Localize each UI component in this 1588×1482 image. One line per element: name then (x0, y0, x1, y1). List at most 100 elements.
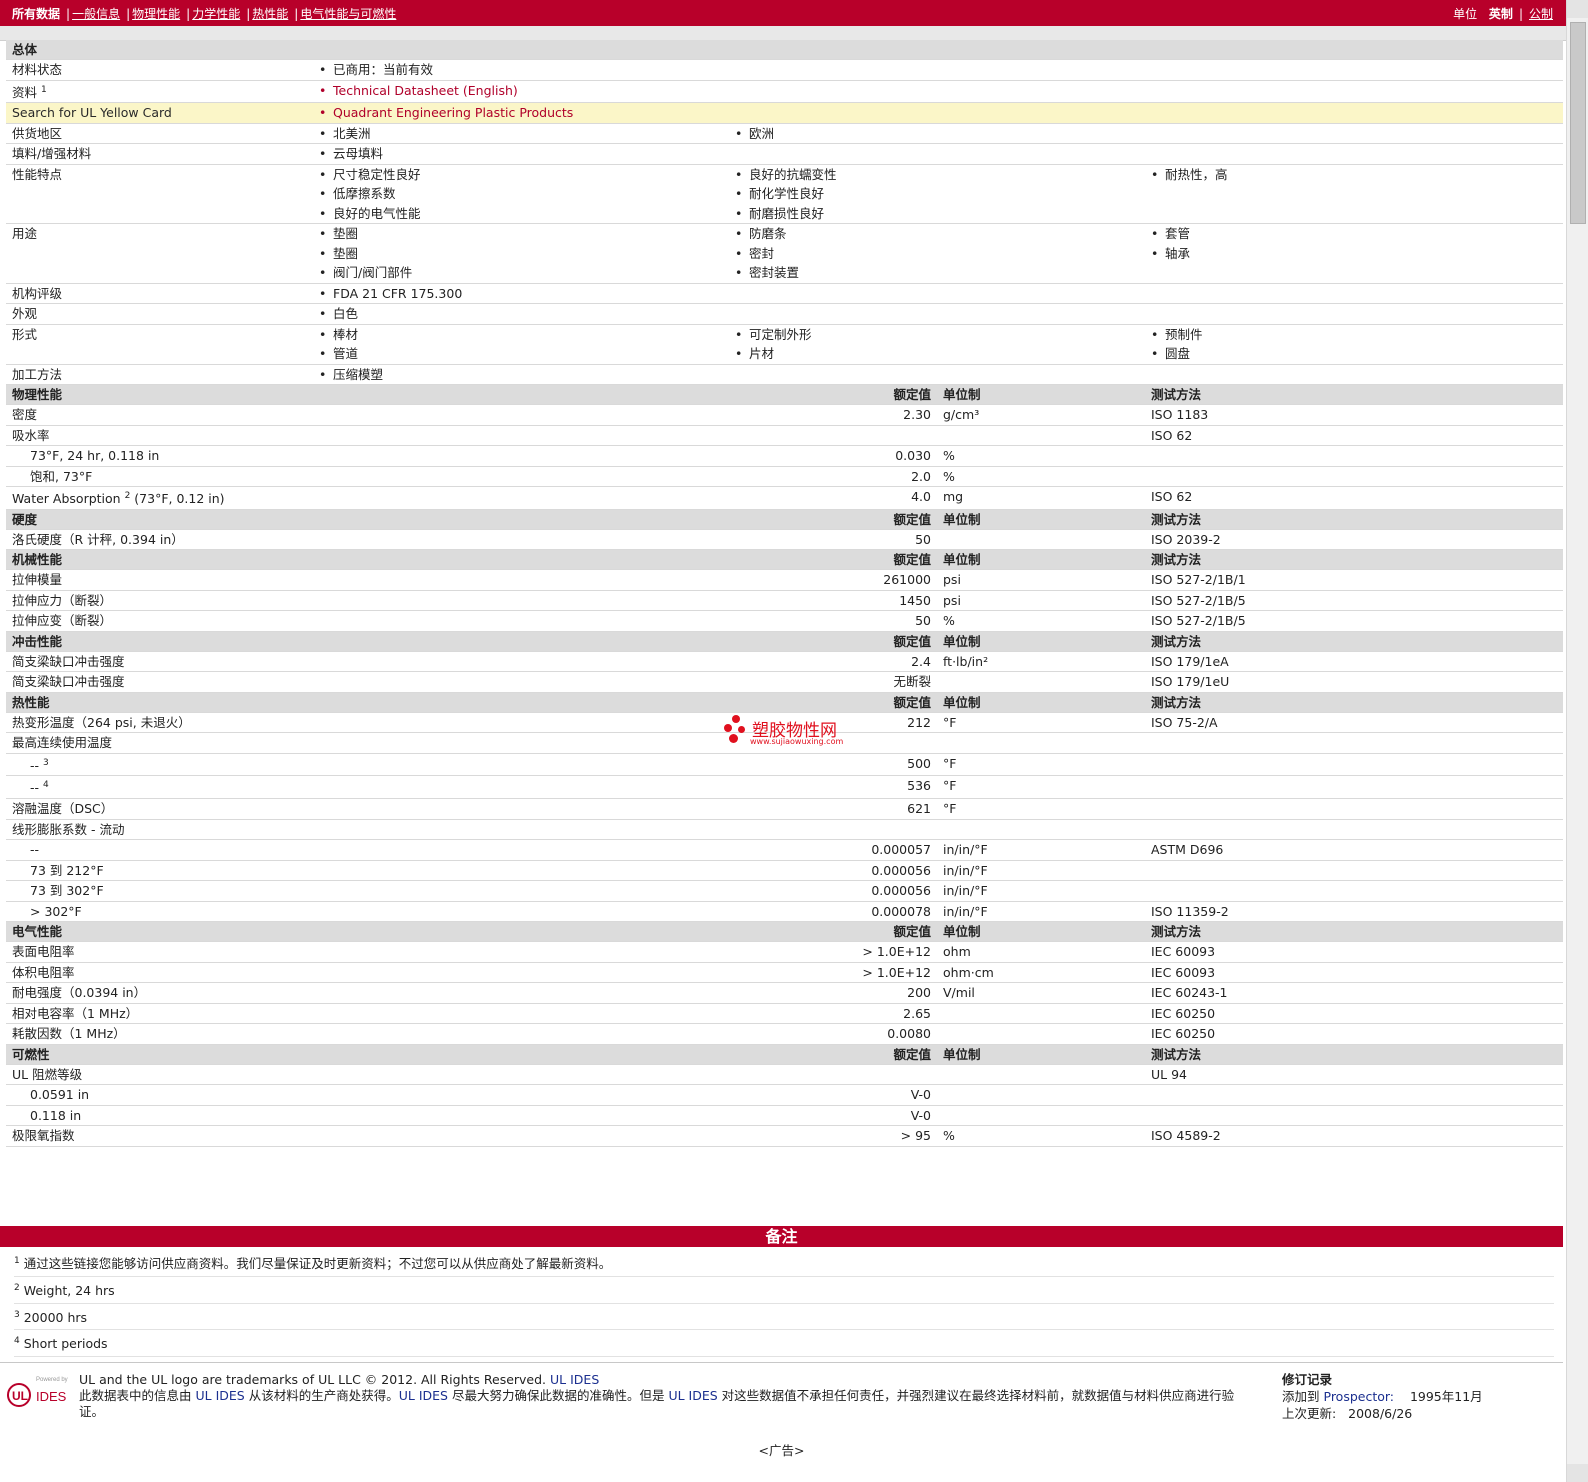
property-unit: % (937, 610, 1145, 632)
use-item: 密封装置 (735, 263, 1139, 283)
property-row: 73°F, 24 hr, 0.118 in 0.030% (6, 445, 1564, 467)
col-method-header: 测试方法 (1145, 631, 1564, 652)
col-method-header: 测试方法 (1145, 509, 1564, 530)
property-value: 200 (729, 982, 937, 1004)
footer: UL Powered by IDES UL and the UL logo ar… (0, 1362, 1563, 1433)
property-method (1145, 466, 1564, 488)
property-label: 极限氧指数 (6, 1125, 729, 1147)
nav-electrical-flammability[interactable]: 电气性能与可燃性 (300, 7, 396, 21)
unit-imperial[interactable]: 英制 (1489, 7, 1513, 21)
property-unit: ohm (937, 941, 1145, 963)
scrollbar-thumb[interactable] (1570, 22, 1586, 224)
unit-metric[interactable]: 公制 (1529, 7, 1553, 21)
units-label: 单位 (1453, 7, 1478, 21)
property-row: 耐电强度（0.0394 in） 200 V/mil IEC 60243-1 (6, 982, 1564, 1004)
property-label: 耗散因数（1 MHz） (6, 1023, 729, 1045)
property-label: UL 阻燃等级 (6, 1064, 729, 1086)
technical-datasheet-link[interactable]: Technical Datasheet (English) (319, 81, 1557, 101)
svg-text:IDES: IDES (36, 1389, 67, 1404)
property-label: 拉伸应变（断裂） (6, 610, 729, 632)
ul-ides-link[interactable]: UL IDES (550, 1372, 599, 1387)
property-row: 73 到 302°F 0.000056 in/in/°F (6, 880, 1564, 902)
property-row: 简支梁缺口冲击强度 2.4 ft·lb/in² ISO 179/1eA (6, 651, 1564, 673)
property-unit (937, 671, 1145, 693)
nav-general-info[interactable]: 一般信息 (72, 7, 120, 21)
property-unit: % (937, 1125, 1145, 1147)
scroll-down-button[interactable] (1567, 1464, 1588, 1482)
section-title: 冲击性能 (6, 631, 729, 652)
use-item: 阀门/阀门部件 (319, 263, 723, 283)
property-method (1145, 732, 1564, 754)
property-unit (937, 425, 1145, 447)
property-row: 0.0591 in V-0 (6, 1084, 1564, 1106)
supplier-link[interactable]: Quadrant Engineering Plastic Products (319, 103, 1557, 123)
prospector-link[interactable]: Prospector: (1324, 1389, 1395, 1404)
availability-item: 欧洲 (735, 124, 1557, 144)
vertical-scrollbar[interactable] (1566, 0, 1588, 1482)
form-item: 管道 (319, 344, 723, 364)
property-value (729, 1064, 937, 1086)
property-unit: ohm·cm (937, 962, 1145, 984)
property-label: 简支梁缺口冲击强度 (6, 671, 729, 693)
col-nominal-header: 额定值 (729, 1044, 937, 1065)
material-status-label: 材料状态 (6, 59, 313, 81)
property-label: 耐电强度（0.0394 in） (6, 982, 729, 1004)
subheader-band (0, 26, 1567, 41)
datasheet-page: 所有数据 | 一般信息 | 物理性能 | 力学性能 | 热性能 | 电气性能与可燃性 单位 英制 | 公… (0, 0, 1567, 1482)
property-value: 4.0 (729, 486, 937, 510)
property-row: -- 0.000057 in/in/°F ASTM D696 (6, 839, 1564, 861)
property-row: 0.118 in V-0 (6, 1105, 1564, 1127)
col-method-header: 测试方法 (1145, 549, 1564, 571)
svg-text:Powered by: Powered by (36, 1377, 68, 1383)
property-row: 耗散因数（1 MHz） 0.0080 IEC 60250 (6, 1023, 1564, 1045)
watermark-url: www.sujiaowuxing.com (750, 737, 844, 746)
property-method: UL 94 (1145, 1064, 1564, 1086)
property-method: ISO 2039-2 (1145, 529, 1564, 551)
property-unit (937, 1064, 1145, 1086)
property-row: 线形膨胀系数 - 流动 (6, 819, 1564, 841)
material-status-value: 已商用：当前有效 (319, 60, 1557, 80)
property-label: 吸水率 (6, 425, 729, 447)
property-unit: °F (937, 798, 1145, 820)
property-unit: in/in/°F (937, 860, 1145, 882)
col-unit-header: 单位制 (937, 384, 1145, 406)
nav-thermal[interactable]: 热性能 (252, 7, 288, 21)
property-method: ISO 527-2/1B/1 (1145, 569, 1564, 591)
processing-label: 加工方法 (6, 364, 313, 386)
property-value: 0.000078 (729, 901, 937, 923)
ul-yellow-card-link[interactable]: Search for UL Yellow Card (6, 102, 313, 124)
property-unit: °F (937, 753, 1145, 777)
processing-value: 压缩模塑 (319, 365, 1557, 385)
nav-all-data[interactable]: 所有数据 (12, 7, 60, 21)
section-title: 可燃性 (6, 1044, 729, 1065)
note-item: 1 通过这些链接您能够访问供应商资料。我们尽量保证及时更新资料；不过您可以从供应… (14, 1250, 1554, 1277)
nav-physical[interactable]: 物理性能 (132, 7, 180, 21)
property-value: > 1.0E+12 (729, 941, 937, 963)
property-method: ISO 527-2/1B/5 (1145, 590, 1564, 612)
property-row: 密度 2.30 g/cm³ ISO 1183 (6, 404, 1564, 426)
property-value: 536 (729, 775, 937, 800)
property-value: 2.30 (729, 404, 937, 426)
agency-label: 机构评级 (6, 283, 313, 305)
use-item: 密封 (735, 244, 1139, 264)
scroll-up-button[interactable] (1567, 0, 1588, 18)
property-method: IEC 60093 (1145, 962, 1564, 984)
property-value: 2.0 (729, 466, 937, 488)
top-nav-bar: 所有数据 | 一般信息 | 物理性能 | 力学性能 | 热性能 | 电气性能与可燃性 单位 英制 | 公… (0, 0, 1567, 26)
property-method: IEC 60093 (1145, 941, 1564, 963)
svg-text:UL: UL (12, 1389, 28, 1403)
use-item: 垫圈 (319, 244, 723, 264)
feature-item: 耐磨损性良好 (735, 204, 1139, 224)
col-nominal-header: 额定值 (729, 631, 937, 652)
section-title: 机械性能 (6, 549, 729, 571)
property-row: UL 阻燃等级 UL 94 (6, 1064, 1564, 1086)
nav-mechanical[interactable]: 力学性能 (192, 7, 240, 21)
note-item: 3 20000 hrs (14, 1304, 1554, 1331)
property-method: ISO 179/1eA (1145, 651, 1564, 673)
property-label: 0.0591 in (6, 1084, 729, 1106)
property-method: ISO 75-2/A (1145, 712, 1564, 734)
property-label: 0.118 in (6, 1105, 729, 1127)
property-method (1145, 1105, 1564, 1127)
property-method: ISO 1183 (1145, 404, 1564, 426)
use-item: 轴承 (1151, 244, 1557, 264)
